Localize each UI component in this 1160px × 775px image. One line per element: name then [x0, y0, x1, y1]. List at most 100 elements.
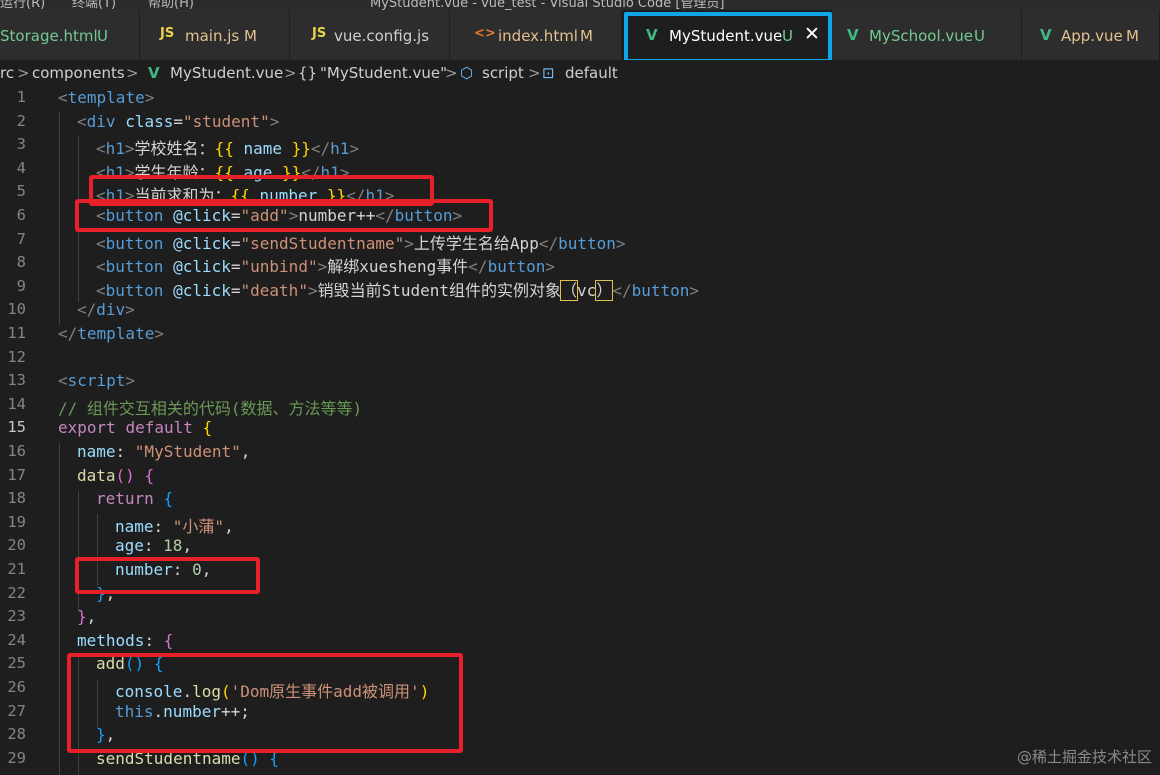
code-line: 16 name: "MyStudent",: [0, 440, 1160, 464]
tab-index-html[interactable]: <> index.html M: [450, 10, 622, 60]
code-line: 2 <div class="student">: [0, 110, 1160, 134]
code-line: 17 data() {: [0, 464, 1160, 488]
line-number: 19: [7, 512, 26, 531]
line-number: 10: [7, 300, 26, 319]
tab-vue-config-js[interactable]: JS vue.config.js: [290, 10, 450, 60]
line-number: 27: [7, 701, 26, 720]
code-text: </div>: [77, 300, 135, 320]
line-number: 24: [7, 630, 26, 649]
code-text: <div class="student">: [77, 111, 280, 131]
tab-label: Storage.html: [0, 27, 98, 45]
active-tab-highlight-box: [624, 12, 832, 63]
breadcrumb: rc > components > V MyStudent.vue > {} "…: [0, 60, 1160, 86]
line-number: 6: [16, 206, 26, 224]
tab-status: M: [580, 27, 593, 45]
code-comment: // 组件交互相关的代码(数据、方法等等): [58, 398, 363, 418]
tab-app-vue[interactable]: V App.vue M: [1022, 10, 1160, 60]
code-text: <template>: [58, 88, 155, 107]
line-number: 20: [7, 536, 26, 555]
line-number: 7: [16, 229, 26, 248]
breadcrumb-item-file[interactable]: MyStudent.vue: [170, 64, 283, 82]
tab-status: U: [974, 27, 985, 45]
breadcrumb-item-components[interactable]: components: [32, 64, 125, 82]
vue-file-icon: V: [148, 64, 160, 82]
chevron-right-icon: >: [284, 64, 297, 82]
tab-label: App.vue: [1061, 27, 1123, 45]
menu-help[interactable]: 帮助(H): [148, 0, 194, 10]
html-file-icon: <>: [474, 26, 496, 41]
chevron-right-icon: >: [17, 64, 30, 82]
line-number: 22: [7, 583, 26, 602]
watermark: @稀土掘金技术社区: [1016, 748, 1152, 766]
code-text: <script>: [58, 371, 136, 391]
line-number: 17: [7, 465, 26, 484]
code-line: 9 <button @click="death">销毁当前Student组件的实…: [0, 275, 1160, 301]
code-line: 8 <button @click="unbind">解绑xuesheng事件</…: [0, 251, 1160, 277]
code-line: 11 </template>: [0, 322, 1160, 346]
code-text: <button @click="sendStudentname">上传学生名给A…: [96, 233, 626, 253]
tab-myschool-vue[interactable]: V MySchool.vue U: [832, 10, 1022, 60]
code-text: export default {: [58, 418, 213, 438]
line-number: 25: [7, 654, 26, 673]
line-number: 21: [7, 560, 26, 578]
line-number: 23: [7, 607, 26, 626]
line-number: 3: [16, 135, 26, 154]
code-line: 19 name: "小蒲",: [0, 511, 1160, 536]
line-number: 2: [16, 111, 26, 130]
code-line: 15 export default {: [0, 416, 1160, 440]
vue-file-icon: V: [847, 26, 859, 44]
breadcrumb-item-default[interactable]: default: [565, 64, 618, 82]
js-file-icon: JS: [160, 26, 175, 41]
line-number: 29: [7, 748, 26, 767]
code-text: name: "MyStudent",: [77, 442, 251, 461]
code-text: name: "小蒲",: [115, 516, 234, 536]
line-number: 13: [7, 371, 26, 390]
menu-terminal[interactable]: 终端(T): [72, 0, 116, 10]
line-number: 28: [7, 725, 26, 744]
tab-status: U: [97, 27, 108, 45]
braces-icon: {}: [298, 64, 318, 82]
tab-label: MySchool.vue: [869, 27, 973, 45]
code-text: <button @click="unbind">解绑xuesheng事件</bu…: [96, 257, 555, 277]
code-line: 23 },: [0, 605, 1160, 629]
variable-icon: ⊡: [542, 64, 555, 82]
tab-status: M: [244, 27, 257, 45]
line-number: 16: [7, 442, 26, 460]
menu-run[interactable]: 运行(R): [0, 0, 45, 10]
vue-file-icon: V: [1040, 26, 1052, 44]
breadcrumb-item-script[interactable]: script: [482, 64, 524, 82]
code-line: 13 <script>: [0, 369, 1160, 393]
code-line: 3 <h1>学校姓名：{{ name }}</h1>: [0, 133, 1160, 159]
code-text: <h1>学校姓名：{{ name }}</h1>: [96, 139, 360, 159]
tab-main-js[interactable]: JS main.js M: [140, 10, 290, 60]
highlight-box-add-method: [67, 653, 463, 753]
chevron-right-icon: >: [126, 64, 139, 82]
line-number: 12: [7, 347, 26, 366]
code-line: 12: [0, 346, 1160, 370]
breadcrumb-item-module[interactable]: "MyStudent.vue": [320, 64, 447, 82]
code-text: age: 18,: [115, 536, 193, 556]
window-title: MyStudent.vue - vue_test - Visual Studio…: [370, 0, 725, 10]
line-number: 15: [7, 418, 26, 437]
chevron-right-icon: >: [445, 64, 458, 82]
code-text: methods: {: [77, 630, 174, 650]
breadcrumb-item-src[interactable]: rc: [0, 64, 14, 82]
js-file-icon: JS: [312, 26, 327, 41]
line-number: 8: [16, 253, 26, 272]
highlight-box-number-data: [75, 557, 260, 594]
line-number: 1: [16, 88, 26, 106]
line-number: 9: [16, 276, 26, 295]
tab-label: vue.config.js: [334, 27, 430, 45]
code-line: 14 // 组件交互相关的代码(数据、方法等等): [0, 393, 1160, 418]
line-number: 11: [7, 324, 26, 342]
code-text: },: [77, 607, 97, 627]
code-text: <button @click="death">销毁当前Student组件的实例对…: [96, 279, 700, 301]
tab-status: M: [1126, 27, 1139, 45]
tab-storage-html[interactable]: Storage.html U: [0, 10, 140, 60]
tab-label: index.html: [498, 27, 578, 45]
code-text: return {: [96, 489, 174, 509]
code-line: 24 methods: {: [0, 629, 1160, 653]
line-number: 26: [7, 678, 26, 696]
chevron-right-icon: >: [528, 64, 541, 82]
symbol-icon: ⬡: [460, 64, 474, 82]
